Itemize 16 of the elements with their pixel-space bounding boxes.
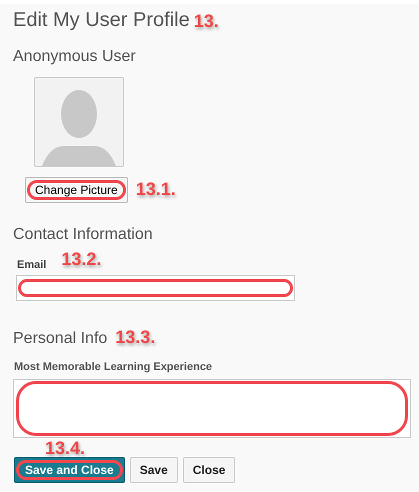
annotation-number: 13.4. bbox=[45, 438, 86, 458]
form-button[interactable]: Save bbox=[130, 457, 178, 483]
annotation-number: 13.1. bbox=[136, 178, 176, 201]
field-label: Most Memorable Learning Experience bbox=[14, 361, 212, 373]
email-field[interactable] bbox=[16, 275, 295, 301]
section-heading: Contact Information bbox=[13, 226, 153, 243]
form-button[interactable]: Close bbox=[182, 457, 236, 483]
page-title: Edit My User Profile bbox=[13, 8, 190, 33]
annotation-number: 13.2. bbox=[61, 248, 102, 271]
user-name: Anonymous User bbox=[13, 48, 136, 65]
section-heading: Personal Info bbox=[13, 329, 108, 349]
annotation-number: 13.3. bbox=[115, 326, 156, 349]
field-label: Email bbox=[17, 258, 46, 272]
annotation-number: 13. bbox=[194, 10, 219, 33]
save-and-close-button[interactable]: Save and Close bbox=[14, 457, 125, 483]
change-picture-button[interactable]: Change Picture bbox=[25, 176, 128, 202]
